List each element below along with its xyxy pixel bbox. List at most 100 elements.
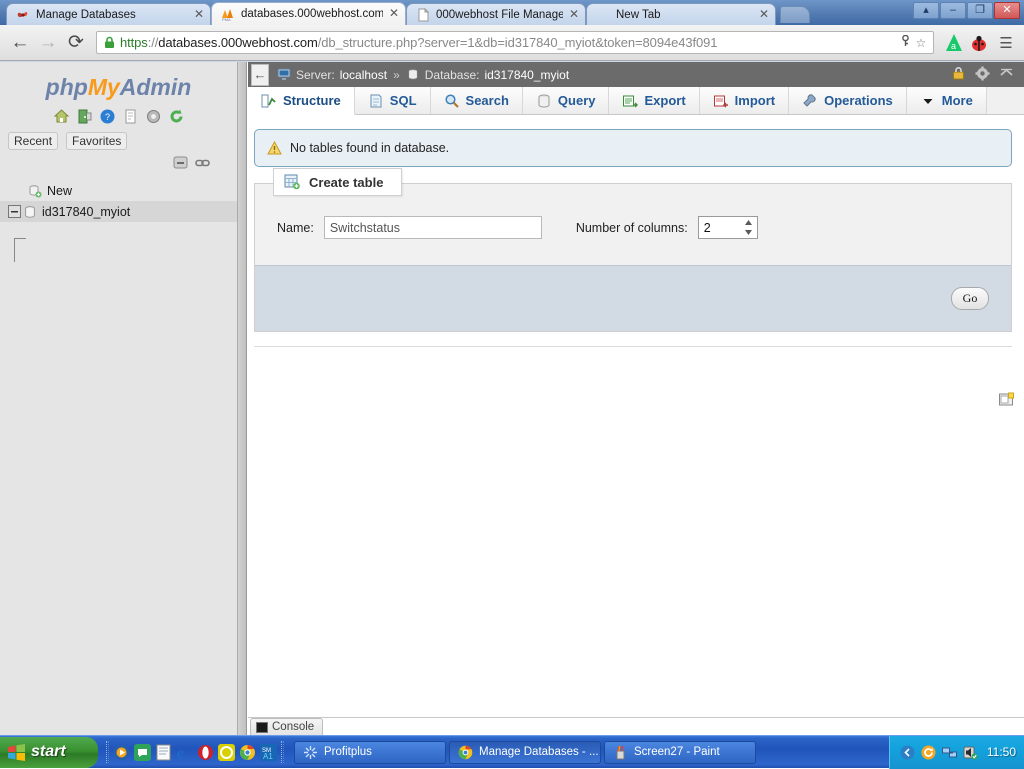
volume-icon[interactable] bbox=[963, 745, 978, 760]
tab-sql[interactable]: SQL bbox=[355, 87, 431, 114]
messenger-icon[interactable] bbox=[134, 744, 151, 761]
maximize-button[interactable]: ❐ bbox=[967, 2, 993, 19]
internet-explorer-icon[interactable]: e bbox=[176, 744, 193, 761]
reload-button[interactable]: ⟳ bbox=[62, 29, 90, 57]
close-window-button[interactable]: ✕ bbox=[994, 2, 1020, 19]
tab-close-icon[interactable]: ✕ bbox=[567, 8, 581, 22]
tab-import[interactable]: Import bbox=[700, 87, 789, 114]
tab-export[interactable]: Export bbox=[609, 87, 699, 114]
browser-tab-new-tab[interactable]: New Tab ✕ bbox=[586, 3, 776, 25]
docs-icon[interactable] bbox=[122, 108, 139, 125]
browser-tab-manage-databases[interactable]: Manage Databases ✕ bbox=[6, 3, 211, 25]
taskbar-button-manage-databases[interactable]: Manage Databases - ... bbox=[449, 741, 601, 764]
show-hidden-icon[interactable] bbox=[900, 745, 915, 760]
breadcrumb-server-value[interactable]: localhost bbox=[340, 68, 387, 82]
tab-close-icon[interactable]: ✕ bbox=[192, 8, 206, 22]
recent-button[interactable]: Recent bbox=[8, 132, 58, 150]
taskbar-button-profitplus[interactable]: Profitplus bbox=[294, 741, 446, 764]
sql-icon bbox=[368, 93, 384, 109]
reload-icon[interactable] bbox=[168, 108, 185, 125]
url-text: https://databases.000webhost.com/db_stru… bbox=[120, 35, 897, 50]
home-icon[interactable] bbox=[53, 108, 70, 125]
taskbar-button-screen27-paint[interactable]: Screen27 - Paint bbox=[604, 741, 756, 764]
whatsapp-icon[interactable] bbox=[218, 744, 235, 761]
tab-label: More bbox=[942, 93, 973, 108]
notepad-icon[interactable] bbox=[155, 744, 172, 761]
minimize-button[interactable]: – bbox=[940, 2, 966, 19]
chrome-menu-icon[interactable]: ☰ bbox=[994, 34, 1018, 52]
tab-more[interactable]: More bbox=[907, 87, 987, 114]
quick-launch-bar: e SMA1 bbox=[98, 739, 290, 765]
tree-controls bbox=[0, 150, 237, 170]
favorites-button[interactable]: Favorites bbox=[66, 132, 127, 150]
lock-icon bbox=[103, 36, 116, 49]
link-with-main-icon[interactable] bbox=[195, 156, 211, 170]
browser-tab-000webhost-file-manager[interactable]: 000webhost File Manager ✕ bbox=[406, 3, 586, 25]
avast-icon[interactable]: a bbox=[943, 32, 965, 54]
profitplus-icon bbox=[303, 745, 318, 760]
opera-icon[interactable] bbox=[197, 744, 214, 761]
tree-item-id317840-myiot[interactable]: id317840_myiot bbox=[0, 201, 237, 222]
logo-my: My bbox=[88, 74, 120, 100]
help-icon[interactable]: ? bbox=[99, 108, 116, 125]
tab-structure[interactable]: Structure bbox=[248, 87, 355, 115]
tab-close-icon[interactable]: ✕ bbox=[387, 7, 401, 21]
chrome-icon[interactable] bbox=[239, 744, 256, 761]
forward-button[interactable]: → bbox=[34, 29, 62, 57]
address-bar[interactable]: https://databases.000webhost.com/db_stru… bbox=[96, 31, 934, 54]
tree-item-label: id317840_myiot bbox=[42, 205, 130, 219]
sm-icon[interactable]: SMA1 bbox=[260, 744, 277, 761]
create-table-legend[interactable]: Create table bbox=[273, 168, 402, 196]
gear-icon[interactable] bbox=[975, 66, 990, 84]
bookmark-star-icon[interactable]: ☆ bbox=[913, 36, 929, 50]
lock-icon[interactable] bbox=[951, 66, 966, 84]
number-of-columns-stepper[interactable] bbox=[698, 216, 758, 239]
browser-tab-label: Manage Databases bbox=[36, 7, 188, 23]
collapse-icon[interactable] bbox=[999, 66, 1014, 84]
table-name-input[interactable] bbox=[324, 216, 542, 239]
page-related-links-icon[interactable] bbox=[999, 392, 1014, 407]
browser-tab-databases-000webhost[interactable]: PMA databases.000webhost.com ✕ bbox=[211, 2, 406, 25]
taskbar-button-label: Screen27 - Paint bbox=[634, 746, 720, 758]
user-profile-button[interactable]: ▴ bbox=[913, 2, 939, 19]
network-icon[interactable] bbox=[942, 745, 957, 760]
chrome-icon bbox=[458, 745, 473, 760]
spinner-arrows-icon[interactable] bbox=[743, 219, 754, 236]
ladybug-icon[interactable] bbox=[968, 32, 990, 54]
operations-icon bbox=[802, 93, 818, 109]
tab-search[interactable]: Search bbox=[431, 87, 523, 114]
phpmyadmin-icon: PMA bbox=[220, 6, 236, 22]
paint-icon bbox=[613, 745, 628, 760]
clock[interactable]: 11:50 bbox=[987, 745, 1016, 759]
phpmyadmin-logo[interactable]: phpMyAdmin bbox=[0, 62, 237, 103]
tree-collapse-icon[interactable] bbox=[8, 205, 21, 218]
windows-taskbar: start e SMA1 bbox=[0, 735, 1024, 768]
logout-icon[interactable] bbox=[76, 108, 93, 125]
tab-operations[interactable]: Operations bbox=[789, 87, 907, 114]
windows-logo-icon bbox=[7, 743, 26, 762]
collapse-all-icon[interactable] bbox=[173, 156, 189, 170]
media-player-icon[interactable] bbox=[113, 744, 130, 761]
import-icon bbox=[713, 93, 729, 109]
browser-tab-label: databases.000webhost.com bbox=[241, 6, 383, 22]
update-icon[interactable] bbox=[921, 745, 936, 760]
back-button[interactable]: ← bbox=[6, 29, 34, 57]
svg-text:PMA: PMA bbox=[222, 17, 231, 22]
tree-item-new[interactable]: New bbox=[0, 180, 237, 201]
sidebar-resize-handle[interactable] bbox=[238, 62, 247, 735]
start-button[interactable]: start bbox=[0, 737, 98, 768]
navigation-sidebar: phpMyAdmin ? bbox=[0, 62, 238, 735]
new-tab-button[interactable] bbox=[780, 6, 810, 23]
breadcrumb-database-value[interactable]: id317840_myiot bbox=[484, 68, 569, 82]
console-toggle[interactable]: Console bbox=[250, 718, 323, 735]
tab-query[interactable]: Query bbox=[523, 87, 610, 114]
go-button[interactable]: Go bbox=[951, 287, 989, 310]
navigation-back-button[interactable]: ← bbox=[251, 64, 269, 86]
tab-label: Operations bbox=[824, 93, 893, 108]
create-table-form: Name: Number of columns: bbox=[255, 184, 1011, 265]
key-icon[interactable] bbox=[897, 35, 913, 50]
settings-icon[interactable] bbox=[145, 108, 162, 125]
system-tray: 11:50 bbox=[889, 736, 1024, 769]
taskbar-window-buttons: Profitplus Manage Databases - ... Screen… bbox=[290, 741, 889, 764]
tab-close-icon[interactable]: ✕ bbox=[757, 8, 771, 22]
